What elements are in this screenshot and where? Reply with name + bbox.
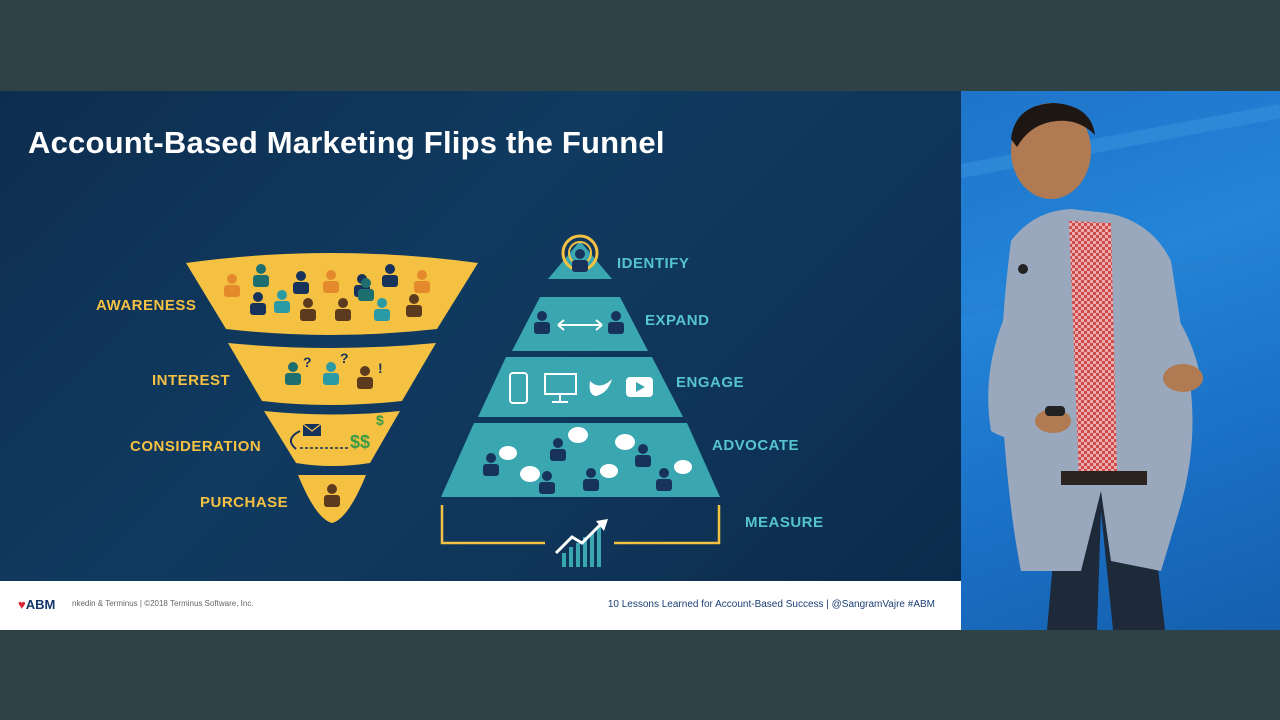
traditional-funnel: ? ? ! $$ $ AWARENESS INTEREST CONSIDERAT…	[96, 253, 478, 523]
pyramid-label-advocate: ADVOCATE	[712, 437, 799, 454]
funnel-label-consideration: CONSIDERATION	[130, 438, 261, 455]
presentation-subtitle: 10 Lessons Learned for Account-Based Suc…	[607, 599, 935, 610]
speaker-video-feed	[961, 91, 1280, 630]
abm-pyramid: IDENTIFY EXPAND ENGAGE ADVOCATE MEASURE	[440, 234, 824, 567]
pyramid-label-identify: IDENTIFY	[617, 255, 689, 272]
copyright-text: nkedin & Terminus | ©2018 Terminus Softw…	[72, 599, 254, 608]
abm-logo-text: ABM	[25, 597, 56, 612]
heart-icon: ♥	[18, 597, 26, 612]
funnel-label-awareness: AWARENESS	[96, 297, 196, 314]
funnel-diagram: ? ? ! $$ $ AWARENESS INTEREST CONSIDERAT…	[96, 234, 824, 567]
funnel-label-purchase: PURCHASE	[200, 494, 288, 511]
envelope-icon	[302, 423, 322, 436]
question-mark-icon: ?	[340, 350, 349, 366]
speaker-image	[961, 103, 1280, 630]
measure-bracket	[440, 505, 721, 545]
pyramid-label-expand: EXPAND	[645, 312, 709, 329]
video-top-bar	[0, 0, 1280, 91]
video-bottom-bar	[0, 630, 1280, 720]
dollar-icon: $	[376, 412, 384, 428]
growth-chart-icon	[554, 519, 608, 567]
slide-footer: ♥ABM nkedin & Terminus | ©2018 Terminus …	[0, 581, 961, 630]
pyramid-label-measure: MEASURE	[745, 514, 824, 531]
funnel-label-interest: INTEREST	[152, 372, 230, 389]
abm-logo: ♥ABM	[18, 597, 55, 612]
question-mark-icon: ?	[303, 354, 312, 370]
pyramid-label-engage: ENGAGE	[676, 374, 744, 391]
exclamation-icon: !	[378, 360, 383, 376]
dollar-icon: $$	[350, 432, 370, 452]
presentation-slide: Account-Based Marketing Flips the Funnel	[0, 91, 961, 630]
youtube-icon	[626, 377, 653, 397]
